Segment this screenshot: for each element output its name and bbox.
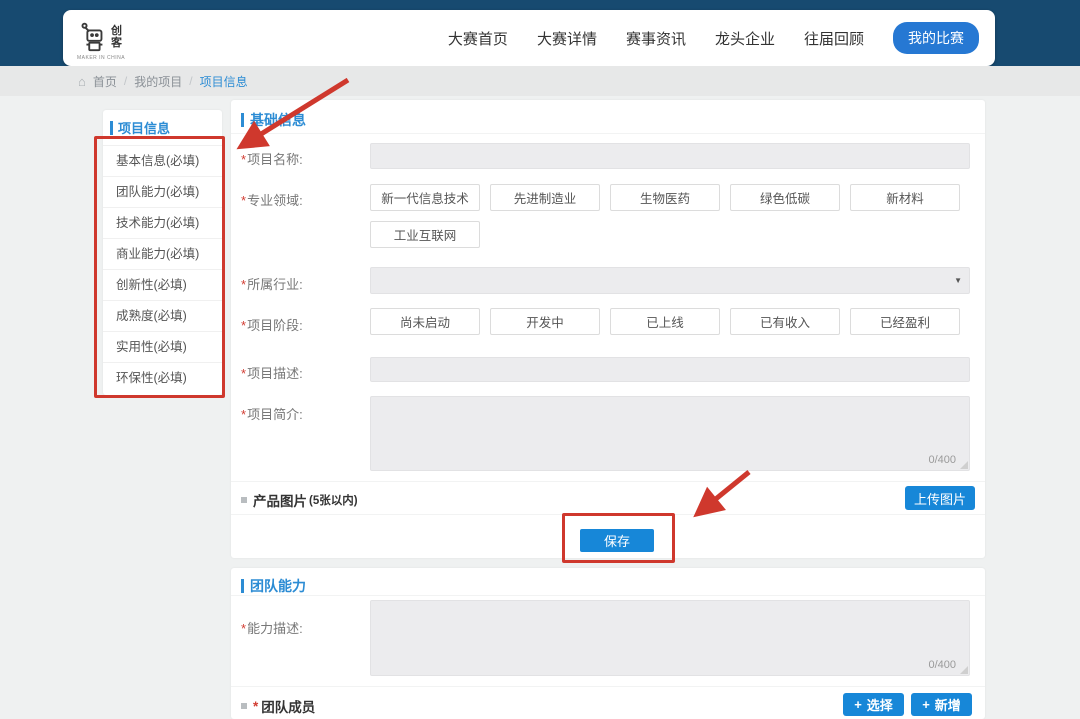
industry-select[interactable]: ▼: [370, 267, 970, 294]
header: 创 客 MAKER IN CHINA 大赛首页 大赛详情 赛事资讯 龙头企业 往…: [63, 10, 995, 66]
ability-textarea[interactable]: [370, 600, 970, 676]
sidebar-item-innovation[interactable]: 创新性(必填): [103, 269, 222, 300]
project-name-input[interactable]: [370, 143, 970, 169]
logo-text: 创 客: [111, 25, 122, 49]
breadcrumb-my-projects[interactable]: 我的项目: [134, 73, 182, 90]
page: 创 客 MAKER IN CHINA 大赛首页 大赛详情 赛事资讯 龙头企业 往…: [0, 0, 1080, 719]
breadcrumb-separator: /: [189, 74, 192, 88]
sidebar-title: 项目信息: [103, 110, 222, 145]
intro-char-counter: 0/400: [928, 454, 956, 466]
team-members-row: * 团队成员: [241, 696, 315, 716]
domain-option-biomedicine[interactable]: 生物医药: [610, 184, 720, 211]
title-bar-decoration: [241, 579, 244, 593]
main-nav: 大赛首页 大赛详情 赛事资讯 龙头企业 往届回顾 我的比赛: [448, 22, 979, 54]
sidebar-item-team-ability[interactable]: 团队能力(必填): [103, 176, 222, 207]
breadcrumb-home[interactable]: 首页: [93, 73, 117, 90]
domain-option-industrial-internet[interactable]: 工业互联网: [370, 221, 480, 248]
ability-textarea-wrap: 0/400: [370, 600, 970, 676]
chevron-down-icon: ▼: [954, 276, 962, 285]
industry-label: *所属行业:: [241, 274, 303, 293]
divider: [231, 481, 985, 482]
resize-grip-icon[interactable]: [960, 666, 968, 674]
nav-item-leading-companies[interactable]: 龙头企业: [715, 28, 775, 49]
intro-label: *项目简介:: [241, 404, 303, 423]
ability-label: *能力描述:: [241, 618, 303, 637]
section-title-basic-info: 基础信息: [241, 110, 306, 130]
domain-options: 新一代信息技术 先进制造业 生物医药 绿色低碳 新材料 工业互联网: [370, 184, 970, 248]
stage-option-not-started[interactable]: 尚未启动: [370, 308, 480, 335]
logo: 创 客 MAKER IN CHINA: [77, 22, 122, 54]
stage-option-profitable[interactable]: 已经盈利: [850, 308, 960, 335]
divider: [231, 133, 985, 134]
upload-images-button[interactable]: 上传图片: [905, 486, 975, 510]
save-button[interactable]: 保存: [580, 529, 654, 552]
sidebar-menu: 基本信息(必填) 团队能力(必填) 技术能力(必填) 商业能力(必填) 创新性(…: [103, 145, 222, 393]
home-icon: ⌂: [78, 74, 86, 89]
plus-icon: +: [922, 697, 930, 712]
stage-options: 尚未启动 开发中 已上线 已有收入 已经盈利: [370, 308, 970, 335]
select-member-button[interactable]: + 选择: [843, 693, 904, 716]
section-title-team-ability: 团队能力: [241, 576, 306, 596]
breadcrumb: ⌂ 首页 / 我的项目 / 项目信息: [0, 66, 1080, 96]
title-bar-decoration: [241, 113, 244, 127]
plus-icon: +: [854, 697, 862, 712]
nav-item-contest-home[interactable]: 大赛首页: [448, 28, 508, 49]
stage-option-has-revenue[interactable]: 已有收入: [730, 308, 840, 335]
stage-option-launched[interactable]: 已上线: [610, 308, 720, 335]
divider: [231, 595, 985, 596]
title-bar-decoration: [110, 121, 113, 135]
add-member-button[interactable]: + 新增: [911, 693, 972, 716]
logo-subtitle: MAKER IN CHINA: [77, 55, 125, 61]
stage-option-in-development[interactable]: 开发中: [490, 308, 600, 335]
ability-char-counter: 0/400: [928, 659, 956, 671]
domain-option-new-materials[interactable]: 新材料: [850, 184, 960, 211]
nav-item-past-review[interactable]: 往届回顾: [804, 28, 864, 49]
my-contest-button[interactable]: 我的比赛: [893, 22, 979, 54]
domain-option-advanced-manufacturing[interactable]: 先进制造业: [490, 184, 600, 211]
nav-item-news[interactable]: 赛事资讯: [626, 28, 686, 49]
description-input[interactable]: [370, 357, 970, 382]
description-label: *项目描述:: [241, 363, 303, 382]
project-name-label: *项目名称:: [241, 149, 303, 168]
divider: [231, 686, 985, 687]
basic-info-section: 基础信息 *项目名称: *专业领域: 新一代信息技术 先进制造业 生物医药 绿色…: [231, 100, 985, 558]
domain-option-green-low-carbon[interactable]: 绿色低碳: [730, 184, 840, 211]
domain-label: *专业领域:: [241, 190, 303, 209]
sidebar-item-business-ability[interactable]: 商业能力(必填): [103, 238, 222, 269]
robot-logo-icon: [77, 22, 109, 54]
sidebar-item-environmental[interactable]: 环保性(必填): [103, 362, 222, 393]
divider: [231, 514, 985, 515]
square-bullet-icon: [241, 497, 247, 503]
resize-grip-icon[interactable]: [960, 461, 968, 469]
intro-textarea-wrap: 0/400: [370, 396, 970, 471]
breadcrumb-separator: /: [124, 74, 127, 88]
square-bullet-icon: [241, 703, 247, 709]
product-images-row: 产品图片 (5张以内): [241, 490, 358, 510]
sidebar-item-tech-ability[interactable]: 技术能力(必填): [103, 207, 222, 238]
breadcrumb-current: 项目信息: [200, 73, 248, 90]
stage-label: *项目阶段:: [241, 315, 303, 334]
sidebar: 项目信息 基本信息(必填) 团队能力(必填) 技术能力(必填) 商业能力(必填)…: [103, 110, 222, 395]
nav-item-contest-detail[interactable]: 大赛详情: [537, 28, 597, 49]
sidebar-item-maturity[interactable]: 成熟度(必填): [103, 300, 222, 331]
intro-textarea[interactable]: [370, 396, 970, 471]
team-ability-section: 团队能力 *能力描述: 0/400 * 团队成员 + 选择 + 新增: [231, 568, 985, 719]
domain-option-next-gen-it[interactable]: 新一代信息技术: [370, 184, 480, 211]
sidebar-item-basic-info[interactable]: 基本信息(必填): [103, 145, 222, 176]
sidebar-item-practicality[interactable]: 实用性(必填): [103, 331, 222, 362]
